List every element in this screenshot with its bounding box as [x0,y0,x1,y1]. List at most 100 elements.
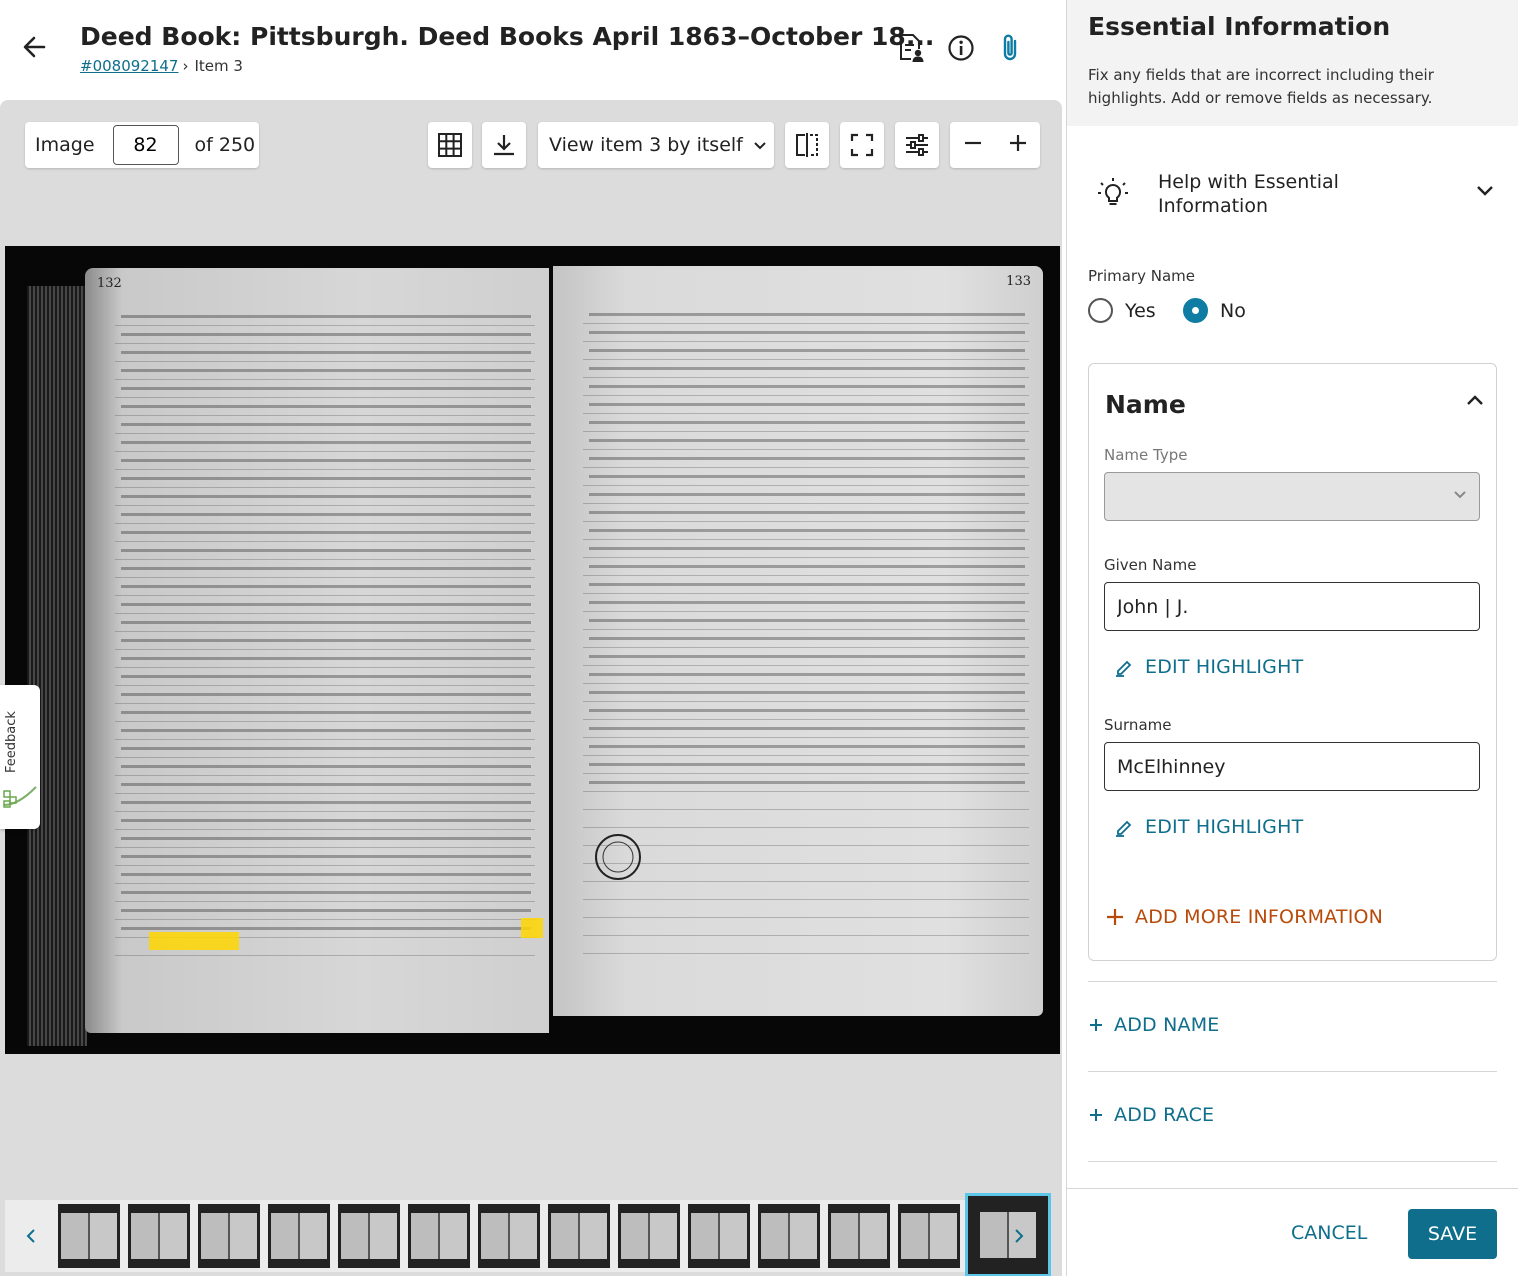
record-person-icon[interactable] [895,30,927,66]
image-total: of 250 [194,134,256,156]
thumbnail-image [691,1213,747,1259]
fullscreen-icon [850,133,874,157]
essential-information-panel: Essential Information Fix any fields tha… [1066,0,1518,1276]
filmstrip-thumbnail[interactable] [128,1204,190,1268]
zoom-in-button[interactable] [1008,133,1028,157]
zoom-controls [950,122,1040,168]
thumbnail-image [201,1213,257,1259]
adjust-image-button[interactable] [895,122,939,168]
filmstrip-thumbnail[interactable] [58,1204,120,1268]
image-navigator: Image of 250 [25,122,259,168]
filmstrip-thumbnail[interactable] [268,1204,330,1268]
image-number-input[interactable] [112,125,179,165]
thumbnail-image [481,1213,537,1259]
chevron-down-icon [1454,491,1466,499]
name-highlight[interactable] [521,918,543,938]
thumbnail-image [131,1213,187,1259]
primary-name-no-radio[interactable]: No [1183,298,1246,323]
surname-field[interactable] [1104,742,1480,791]
zoom-out-button[interactable] [963,133,983,157]
radio-no-label: No [1220,299,1246,322]
filmstrip-thumbnail[interactable] [688,1204,750,1268]
left-page: 132 [85,268,549,1033]
feedback-label: Feedback [4,711,19,773]
filmstrip-thumbnail[interactable] [198,1204,260,1268]
help-accordion[interactable]: Help with Essential Information [1088,166,1498,226]
back-arrow-icon[interactable] [18,30,52,64]
add-name-label: ADD NAME [1114,1014,1220,1036]
add-more-information-button[interactable]: ADD MORE INFORMATION [1105,906,1383,928]
seal-icon [595,834,641,880]
sliders-icon [906,134,928,156]
handwriting [589,308,1025,786]
attachment-icon[interactable] [995,30,1027,66]
thumbnail-image [271,1213,327,1259]
primary-name-label: Primary Name [1088,267,1195,285]
name-type-select[interactable] [1104,472,1480,521]
name-highlight[interactable] [149,932,239,950]
edit-highlight-surname-button[interactable]: EDIT HIGHLIGHT [1113,816,1303,838]
image-label: Image [35,134,95,156]
thumbnail-image [901,1213,957,1259]
filmstrip [5,1193,1051,1276]
breadcrumb-separator: › [182,57,189,75]
filmstrip-thumbnail[interactable] [618,1204,680,1268]
filmstrip-thumbnail[interactable] [478,1204,540,1268]
filmstrip-thumbnail[interactable] [898,1204,960,1268]
right-page-number: 133 [1006,274,1031,289]
name-card: Name Name Type Given Name EDIT HIGHLIGHT… [1088,363,1497,961]
panel-footer: CANCEL SAVE [1067,1188,1518,1276]
grid-view-button[interactable] [428,122,472,168]
panel-description: Fix any fields that are incorrect includ… [1088,66,1434,107]
lightbulb-icon [1098,178,1128,205]
plus-icon [1107,909,1123,925]
breadcrumb: #008092147 › Item 3 [80,57,243,75]
right-page: 133 [553,266,1043,1016]
add-race-label: ADD RACE [1114,1104,1215,1126]
given-name-label: Given Name [1104,556,1197,574]
info-icon[interactable] [945,30,977,66]
thumbnail-image [411,1213,467,1259]
filmstrip-prev-button[interactable] [5,1200,57,1272]
highlighter-icon [1116,820,1132,837]
view-mode-select[interactable]: View item 3 by itself [538,122,774,168]
filmstrip-thumbnail[interactable] [758,1204,820,1268]
item-label: Item 3 [194,57,243,75]
filmstrip-next-button[interactable] [993,1200,1045,1272]
split-view-icon [796,133,818,157]
edit-highlight-label: EDIT HIGHLIGHT [1145,816,1304,838]
filmstrip-thumbnail[interactable] [828,1204,890,1268]
divider [1088,1161,1497,1162]
grid-icon [438,133,462,157]
filmstrip-thumbnail[interactable] [338,1204,400,1268]
edit-highlight-given-button[interactable]: EDIT HIGHLIGHT [1113,656,1303,678]
fullscreen-button[interactable] [840,122,884,168]
book-edges [27,286,87,1046]
surname-label: Surname [1104,716,1172,734]
divider [1088,1071,1497,1072]
download-icon [494,135,514,156]
filmstrip-thumbnail[interactable] [408,1204,470,1268]
plus-icon [1090,1109,1102,1121]
compare-button[interactable] [785,122,829,168]
download-button[interactable] [482,122,526,168]
thumbnail-image [551,1213,607,1259]
panel-title: Essential Information [1088,12,1391,41]
add-name-button[interactable]: ADD NAME [1088,1014,1220,1036]
cancel-button[interactable]: CANCEL [1291,1222,1367,1244]
primary-name-yes-radio[interactable]: Yes [1088,298,1156,323]
chevron-up-icon[interactable] [1466,394,1484,406]
thumbnail-image [61,1213,117,1259]
filmstrip-thumbnail[interactable] [548,1204,610,1268]
feedback-logo-icon [3,786,37,808]
add-race-button[interactable]: ADD RACE [1088,1104,1214,1126]
document-image[interactable]: 132 133 [5,246,1060,1054]
feedback-tab[interactable]: Feedback [0,685,40,829]
radio-checked-icon [1183,298,1208,323]
given-name-field[interactable] [1104,582,1480,631]
help-label: Help with Essential Information [1158,171,1339,217]
film-number-link[interactable]: #008092147 [80,57,178,75]
panel-header: Essential Information Fix any fields tha… [1067,0,1518,126]
save-button[interactable]: SAVE [1408,1209,1497,1259]
chevron-left-icon [26,1229,35,1243]
